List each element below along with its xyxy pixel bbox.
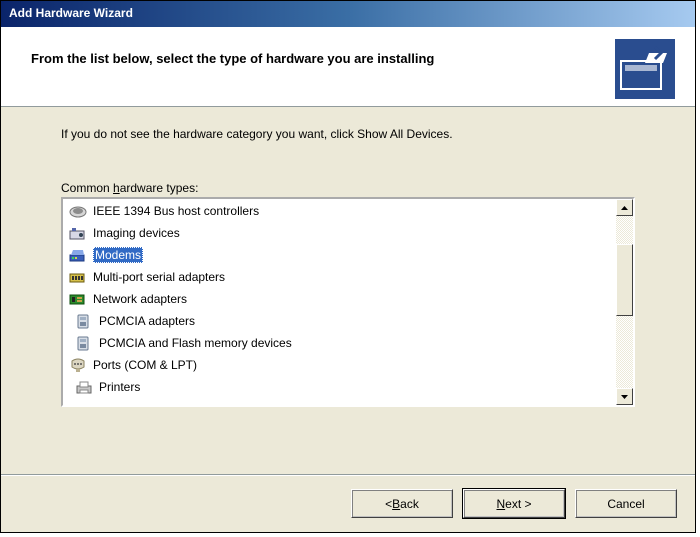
divider	[1, 474, 695, 476]
hardware-types-listbox[interactable]: IEEE 1394 Bus host controllers Imaging de…	[61, 197, 635, 407]
list-label: Common hardware types:	[61, 181, 635, 195]
list-item-label: Ports (COM & LPT)	[93, 358, 197, 372]
scroll-up-button[interactable]	[616, 199, 633, 216]
pcmcia-flash-icon	[75, 335, 93, 351]
scroll-down-button[interactable]	[616, 388, 633, 405]
wizard-window: Add Hardware Wizard From the list below,…	[0, 0, 696, 533]
pcmcia-icon	[75, 313, 93, 329]
scrollbar[interactable]	[616, 199, 633, 405]
ieee1394-icon	[69, 203, 87, 219]
button-row: < Back Next > Cancel	[351, 489, 677, 518]
instruction-text: If you do not see the hardware category …	[61, 127, 635, 141]
list-item-label: Printers	[99, 380, 140, 394]
list-item[interactable]: Network adapters	[63, 288, 616, 310]
list-item-label: Imaging devices	[93, 226, 180, 240]
content-area: If you do not see the hardware category …	[1, 107, 695, 407]
back-button[interactable]: < Back	[351, 489, 453, 518]
scroll-thumb[interactable]	[616, 244, 633, 316]
ports-icon	[69, 357, 87, 373]
list-item[interactable]: Printers	[63, 376, 616, 398]
list-item-label: Multi-port serial adapters	[93, 270, 225, 284]
list-item-label: Modems	[93, 247, 143, 263]
list-item-label: IEEE 1394 Bus host controllers	[93, 204, 259, 218]
list-item[interactable]: PCMCIA and Flash memory devices	[63, 332, 616, 354]
arrow-down-icon	[621, 395, 628, 399]
window-title: Add Hardware Wizard	[9, 6, 133, 20]
header-heading: From the list below, select the type of …	[31, 39, 615, 66]
list-item[interactable]: IEEE 1394 Bus host controllers	[63, 200, 616, 222]
header-panel: From the list below, select the type of …	[1, 27, 695, 107]
list-item[interactable]: PCMCIA adapters	[63, 310, 616, 332]
scroll-track[interactable]	[616, 216, 633, 388]
arrow-up-icon	[621, 206, 628, 210]
printers-icon	[75, 379, 93, 395]
imaging-icon	[69, 225, 87, 241]
network-adapter-icon	[69, 291, 87, 307]
list-item-label: Network adapters	[93, 292, 187, 306]
list-item[interactable]: Imaging devices	[63, 222, 616, 244]
list-item-label: PCMCIA adapters	[99, 314, 195, 328]
next-button[interactable]: Next >	[463, 489, 565, 518]
multiport-icon	[69, 269, 87, 285]
list-item-label: PCMCIA and Flash memory devices	[99, 336, 292, 350]
titlebar: Add Hardware Wizard	[1, 1, 695, 27]
listbox-content: IEEE 1394 Bus host controllers Imaging de…	[63, 199, 616, 405]
cancel-button[interactable]: Cancel	[575, 489, 677, 518]
hardware-wizard-icon	[615, 39, 675, 99]
modem-icon	[69, 247, 87, 263]
list-item[interactable]: Ports (COM & LPT)	[63, 354, 616, 376]
list-item[interactable]: Modems	[63, 244, 616, 266]
list-item[interactable]: Multi-port serial adapters	[63, 266, 616, 288]
